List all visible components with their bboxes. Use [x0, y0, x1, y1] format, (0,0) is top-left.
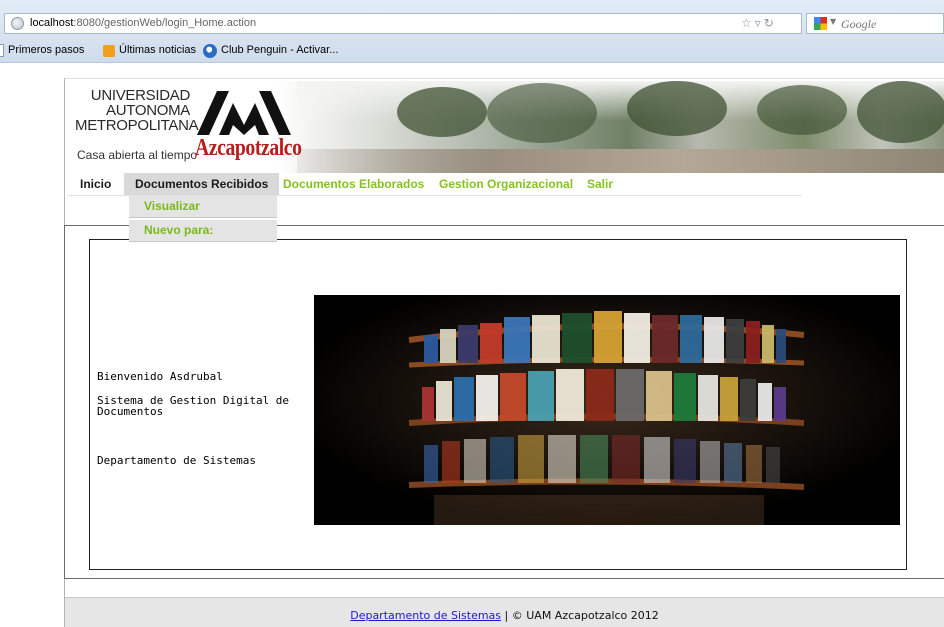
nav-item-documentos-elaborados[interactable]: Documentos Elaborados — [283, 173, 424, 195]
nav-item-inicio[interactable]: Inicio — [80, 173, 111, 195]
address-bar[interactable]: localhost:8080/gestionWeb/login_Home.act… — [4, 13, 802, 34]
footer-link-departamento[interactable]: Departamento de Sistemas — [350, 609, 501, 622]
campus-name: Azcapotzalco — [195, 135, 302, 161]
bookmark-primeros-pasos[interactable]: Primeros pasos — [8, 44, 84, 56]
welcome-text: Bienvenido Asdrubal — [97, 370, 223, 383]
university-name: UNIVERSIDAD AUTONOMA METROPOLITANA — [75, 87, 199, 134]
header-banner: UNIVERSIDAD AUTONOMA METROPOLITANA Casa … — [67, 81, 944, 173]
chevron-down-icon[interactable]: ▼ — [830, 17, 836, 26]
browser-toolbar: localhost:8080/gestionWeb/login_Home.act… — [0, 0, 944, 63]
bookmark-club-penguin[interactable]: Club Penguin - Activar... — [221, 44, 338, 56]
dropdown-item-nuevo-para[interactable]: Nuevo para: — [129, 220, 277, 242]
nav-dropdown-menu: Visualizar Nuevo para: — [129, 196, 277, 244]
dropdown-item-visualizar[interactable]: Visualizar — [129, 196, 277, 218]
department-text: Departamento de Sistemas — [97, 454, 256, 467]
nav-item-gestion-organizacional[interactable]: Gestion Organizacional — [439, 173, 573, 195]
copyright-text: © UAM Azcapotzalco 2012 — [511, 609, 659, 622]
globe-icon — [11, 17, 24, 30]
tagline: Casa abierta al tiempo — [77, 148, 198, 162]
bookmark-ultimas-noticias[interactable]: Últimas noticias — [119, 44, 196, 56]
page-icon — [0, 44, 4, 57]
bookshelf-image — [314, 295, 900, 525]
search-bar[interactable]: ▼ Google — [806, 13, 944, 34]
google-icon[interactable] — [814, 17, 827, 30]
uam-logo-icon — [197, 91, 291, 135]
nav-item-documentos-recibidos[interactable]: Documentos Recibidos — [124, 173, 280, 195]
bookshelf-icon — [314, 295, 900, 525]
search-input[interactable]: Google — [841, 17, 876, 32]
page-footer: Departamento de Sistemas | © UAM Azcapot… — [65, 597, 944, 627]
rss-icon — [103, 45, 115, 57]
main-nav: Inicio Documentos Recibidos Documentos E… — [67, 173, 802, 196]
address-text[interactable]: localhost:8080/gestionWeb/login_Home.act… — [30, 17, 256, 29]
footer-text: Departamento de Sistemas | © UAM Azcapot… — [350, 609, 659, 622]
nav-item-salir[interactable]: Salir — [587, 173, 613, 195]
penguin-icon — [203, 44, 217, 58]
system-name-line2: Documentos — [97, 405, 164, 418]
bookmarks-bar: Primeros pasos Últimas noticias Club Pen… — [0, 42, 944, 60]
star-icon[interactable]: ☆▿↻ — [741, 16, 777, 30]
